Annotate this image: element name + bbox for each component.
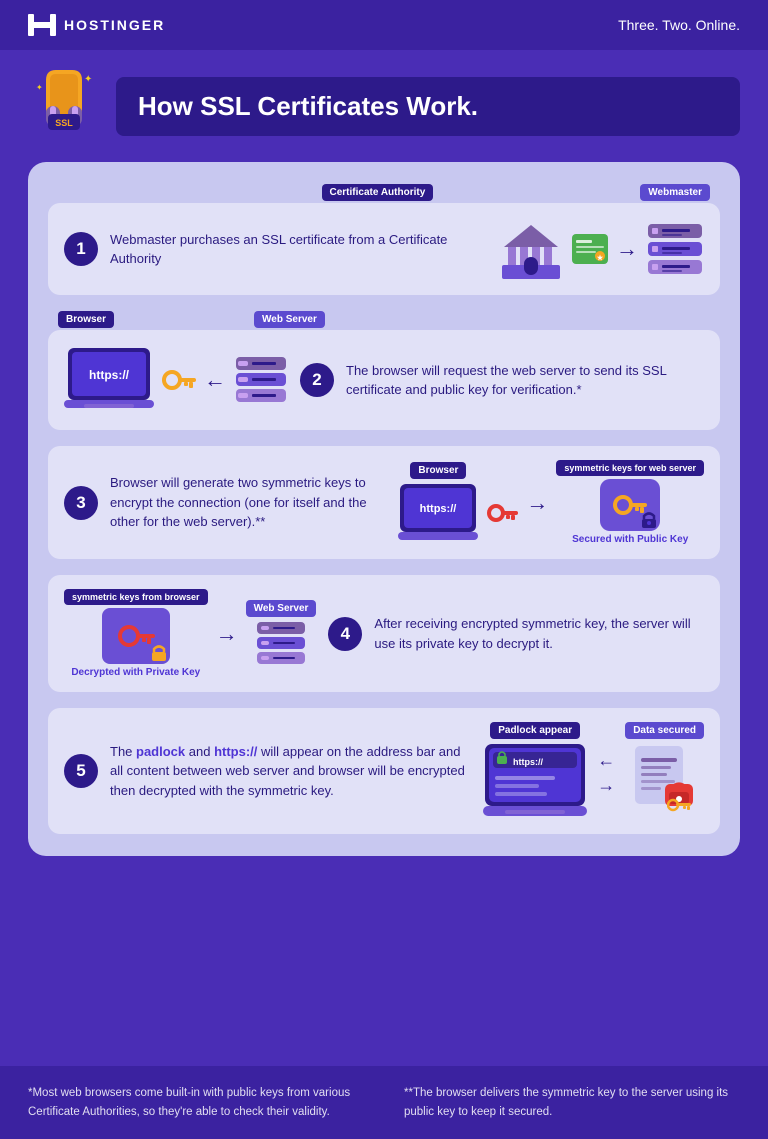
secured-pubkey-label: Secured with Public Key <box>572 534 688 545</box>
step-2-chips-row: Browser Web Server <box>48 311 720 328</box>
step-1-row: 1 Webmaster purchases an SSL certificate… <box>48 203 720 295</box>
arrow-right-4: → <box>216 621 238 647</box>
step-4-container: symmetric keys from browser <box>48 575 720 692</box>
laptop-https-icon: https:// <box>64 344 154 416</box>
title-box: How SSL Certificates Work. <box>116 77 740 136</box>
title-section: SSL ✦ ✦ How SSL Certificates Work. <box>28 70 740 142</box>
server-stack-2-icon <box>234 355 288 405</box>
header-tagline: Three. Two. Online. <box>618 17 740 33</box>
browser-label-3: Browser <box>410 462 466 479</box>
step-5-container: 5 The padlock and https:// will appear o… <box>48 708 720 834</box>
svg-text:✦: ✦ <box>84 74 92 85</box>
key-icon-2 <box>162 366 196 394</box>
laptop-browser-3-icon: https:// <box>398 482 478 544</box>
arrow-left-2: ← <box>204 367 226 393</box>
ssl-badge-icon: SSL ✦ ✦ <box>28 70 100 142</box>
lock-icon-4 <box>150 644 168 662</box>
lock-icon-3 <box>640 511 658 529</box>
hostinger-logo-icon <box>28 14 56 36</box>
step-4-text: After receiving encrypted symmetric key,… <box>374 614 704 653</box>
step-5-text: The padlock and https:// will appear on … <box>110 742 471 801</box>
browser-label-2: Browser <box>58 311 114 328</box>
browser-https-5-icon: https:// <box>483 742 587 820</box>
server-stack-icon <box>646 222 704 276</box>
decrypted-privkey-label: Decrypted with Private Key <box>71 667 200 678</box>
svg-text:https://: https:// <box>89 368 130 382</box>
step-4-illustration: symmetric keys from browser <box>64 589 316 678</box>
footer-col-1: *Most web browsers come built-in with pu… <box>28 1084 364 1121</box>
logo-text: HOSTINGER <box>64 17 165 33</box>
step-1-chips-row: Certificate Authority Webmaster <box>48 184 720 201</box>
step-number-5: 5 <box>64 754 98 788</box>
safe-box <box>102 608 170 664</box>
arrow-left-5: ← <box>597 750 615 771</box>
webmaster-label: Webmaster <box>640 184 710 201</box>
step-1-container: Certificate Authority Webmaster 1 Webmas… <box>48 184 720 295</box>
step-1-text: Webmaster purchases an SSL certificate f… <box>110 230 486 269</box>
svg-text:https://: https:// <box>513 757 543 767</box>
arrow-right-1: → <box>616 236 638 262</box>
step-5-row: 5 The padlock and https:// will appear o… <box>48 708 720 834</box>
webserver-label-2: Web Server <box>254 311 325 328</box>
step-4-row: symmetric keys from browser <box>48 575 720 692</box>
svg-text:✦: ✦ <box>36 83 43 92</box>
step-number-2: 2 <box>300 363 334 397</box>
footer: *Most web browsers come built-in with pu… <box>0 1066 768 1139</box>
step-2-text: The browser will request the web server … <box>346 361 704 400</box>
footer-note-1: *Most web browsers come built-in with pu… <box>28 1084 364 1121</box>
footer-col-2: **The browser delivers the symmetric key… <box>404 1084 740 1121</box>
data-secured-label: Data secured <box>625 722 704 739</box>
red-key-icon <box>486 500 518 526</box>
step-3-row: 3 Browser will generate two symmetric ke… <box>48 446 720 559</box>
symkeys-from-browser-label: symmetric keys from browser <box>64 589 208 605</box>
step-3-text: Browser will generate two symmetric keys… <box>110 473 386 532</box>
server-stack-4-icon <box>255 620 307 668</box>
step-3-illustration: Browser https:// <box>398 460 704 545</box>
certificate-icon: ★ <box>572 234 608 264</box>
symkeys-label-3: symmetric keys for web server <box>556 460 704 476</box>
page-title: How SSL Certificates Work. <box>138 91 718 122</box>
step-number-1: 1 <box>64 232 98 266</box>
building-icon <box>498 217 564 281</box>
svg-text:https://: https:// <box>420 503 457 515</box>
padlock-appear-label: Padlock appear <box>490 722 580 739</box>
symmetric-key-box <box>600 479 660 531</box>
step-1-illustration: ★ → <box>498 217 704 281</box>
step-5-part1: The padlock and https:// will appear on … <box>110 744 465 798</box>
arrow-right-3: → <box>526 490 548 516</box>
arrow-right-5: → <box>597 775 615 796</box>
content-card: Certificate Authority Webmaster 1 Webmas… <box>28 162 740 856</box>
step-number-3: 3 <box>64 486 98 520</box>
cert-authority-label: Certificate Authority <box>322 184 434 201</box>
step-2-container: Browser Web Server https:// <box>48 311 720 430</box>
header: HOSTINGER Three. Two. Online. <box>0 0 768 50</box>
svg-text:★: ★ <box>597 254 604 262</box>
logo-area: HOSTINGER <box>28 14 165 36</box>
main-content: SSL ✦ ✦ How SSL Certificates Work. Certi… <box>0 50 768 1066</box>
webserver-label-4: Web Server <box>246 600 317 617</box>
data-secured-icon <box>631 742 699 814</box>
footer-note-2: **The browser delivers the symmetric key… <box>404 1084 740 1121</box>
step-3-container: 3 Browser will generate two symmetric ke… <box>48 446 720 559</box>
step-2-illustration: https:// ← <box>64 344 288 416</box>
step-5-illustration: Padlock appear https:// <box>483 722 704 820</box>
step-2-row: https:// ← <box>48 330 720 430</box>
svg-text:SSL: SSL <box>55 118 73 128</box>
step-number-4: 4 <box>328 617 362 651</box>
